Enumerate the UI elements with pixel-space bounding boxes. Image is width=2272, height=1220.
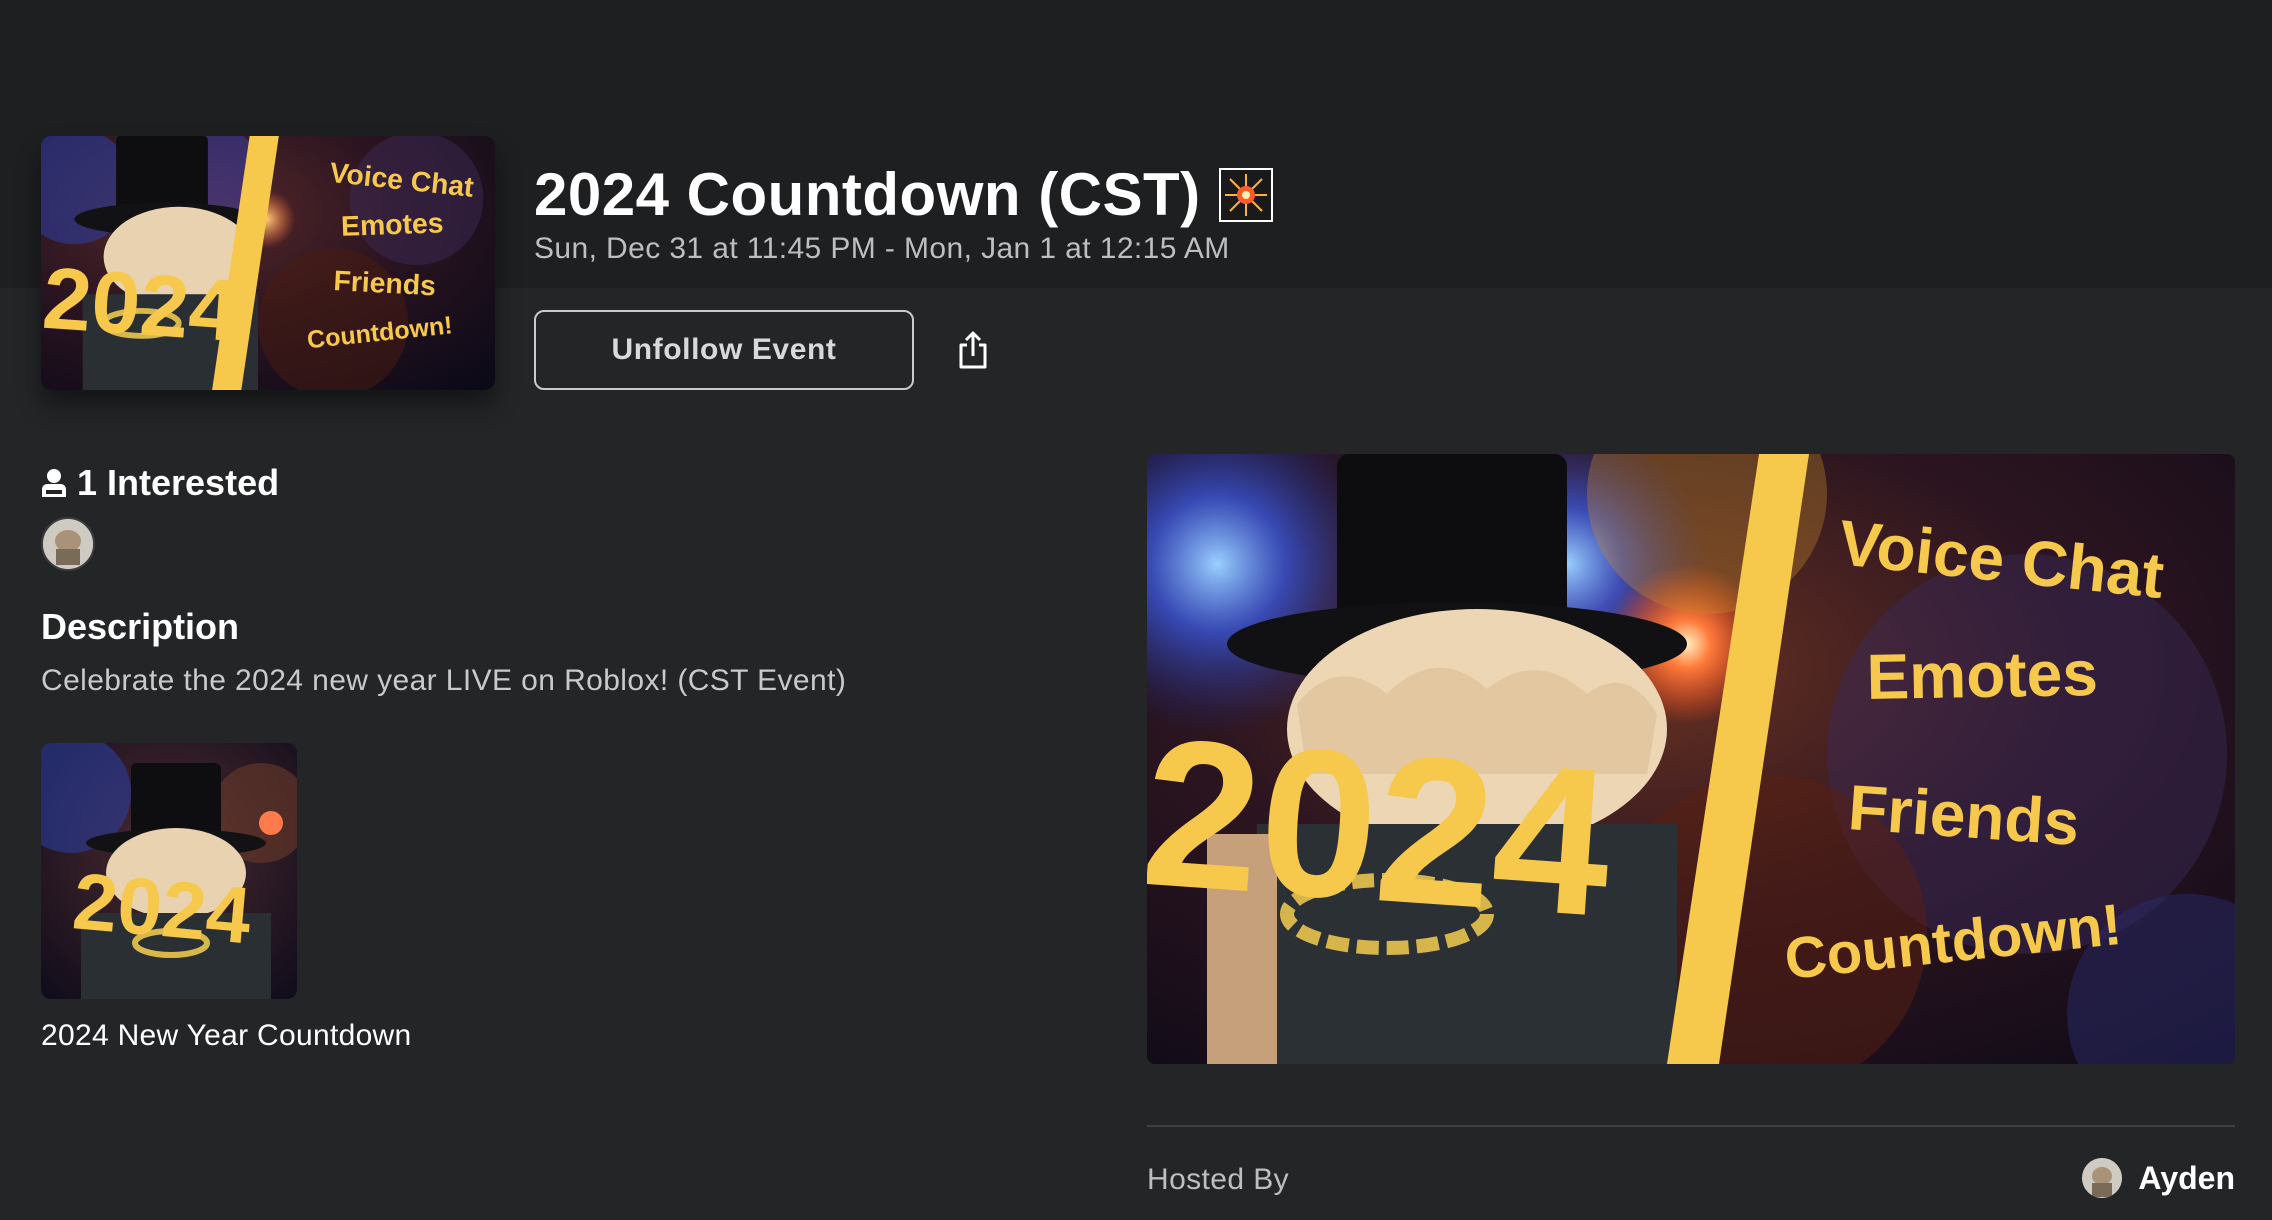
event-title: 2024 Countdown (CST) — [534, 161, 1201, 228]
unfollow-event-button[interactable]: Unfollow Event — [534, 310, 914, 390]
share-icon — [959, 331, 987, 369]
event-title-row: 2024 Countdown (CST) — [534, 160, 1273, 229]
interested-label: 1 Interested — [77, 462, 280, 503]
interested-user-avatar[interactable] — [41, 517, 95, 571]
fireworks-icon — [1218, 167, 1273, 222]
thumb-year-text: 2024 — [41, 249, 241, 360]
banner-line2: Emotes — [1866, 637, 2098, 713]
experience-name[interactable]: 2024 New Year Countdown — [41, 1019, 411, 1053]
divider — [1147, 1125, 2235, 1127]
experience-thumbnail[interactable]: 2024 — [41, 743, 297, 999]
hosted-by-label: Hosted By — [1147, 1163, 1289, 1196]
event-thumbnail: 2024 Voice Chat Emotes Friends Countdown… — [41, 136, 495, 390]
thumb-line3: Friends — [333, 265, 437, 302]
event-banner-image: 2024 Voice Chat Emotes Friends Countdown… — [1147, 454, 2235, 1064]
description-heading: Description — [41, 606, 240, 647]
host-link[interactable]: Ayden — [2082, 1158, 2235, 1198]
interested-count: 1 Interested — [41, 462, 279, 504]
host-name[interactable]: Ayden — [2138, 1160, 2235, 1197]
person-icon — [42, 469, 66, 497]
experience-thumb-year: 2024 — [70, 856, 256, 960]
host-avatar[interactable] — [2082, 1158, 2123, 1198]
thumb-line2: Emotes — [341, 207, 445, 243]
event-time-range: Sun, Dec 31 at 11:45 PM - Mon, Jan 1 at … — [534, 232, 1230, 265]
share-button[interactable] — [950, 326, 996, 374]
description-text: Celebrate the 2024 new year LIVE on Robl… — [41, 664, 847, 697]
experience-card[interactable]: 2024 2024 New Year Countdown — [41, 743, 411, 1053]
banner-year-text: 2024 — [1147, 694, 1618, 961]
